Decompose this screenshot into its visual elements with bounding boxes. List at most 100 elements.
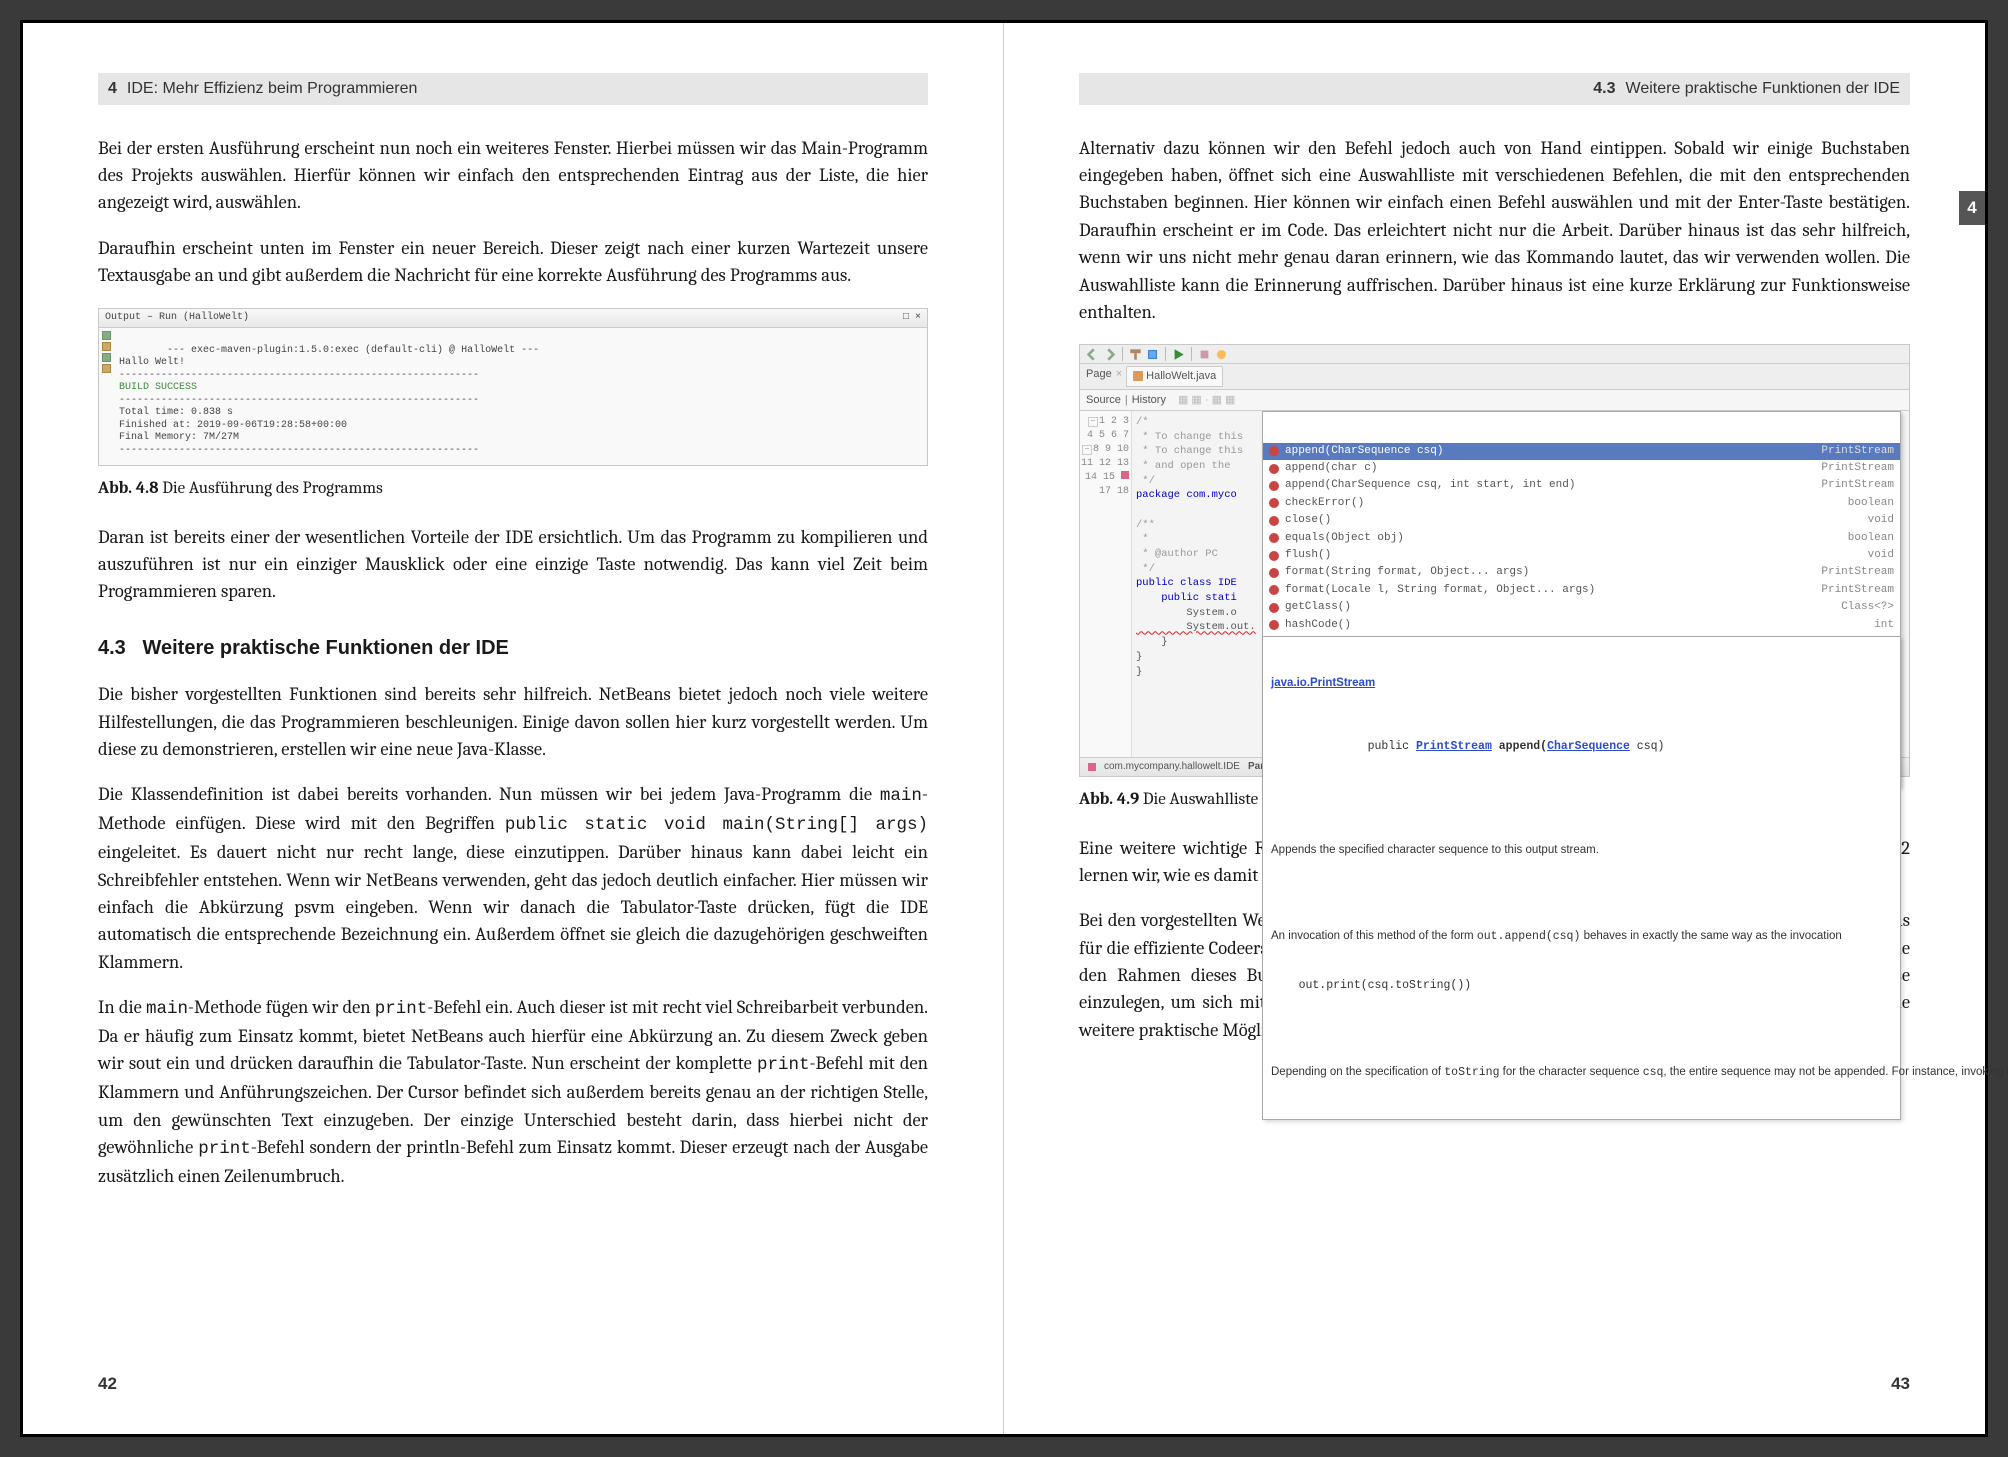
caption-label: Abb. 4.9 bbox=[1079, 790, 1139, 809]
autocomplete-item[interactable]: getClass()Class<?> bbox=[1263, 599, 1900, 616]
subtab-history[interactable]: History bbox=[1132, 392, 1166, 408]
method-icon bbox=[1269, 481, 1279, 491]
console-window-controls: □ × bbox=[903, 311, 921, 326]
method-icon bbox=[1269, 533, 1279, 543]
figure-caption: Abb. 4.8 Die Ausführung des Programms bbox=[98, 476, 928, 501]
subtab-source[interactable]: Source bbox=[1086, 392, 1121, 408]
autocomplete-return-type: PrintStream bbox=[1821, 583, 1894, 598]
stop-icon bbox=[102, 342, 111, 351]
page-number: 43 bbox=[1891, 1371, 1910, 1396]
running-head-left: 4 IDE: Mehr Effizienz beim Programmieren bbox=[98, 73, 928, 105]
tab-page[interactable]: Page bbox=[1086, 366, 1112, 386]
autocomplete-signature: getClass() bbox=[1285, 600, 1835, 615]
debug-icon[interactable] bbox=[1198, 348, 1211, 361]
console-titlebar: Output – Run (HalloWelt) □ × bbox=[99, 309, 927, 329]
profile-icon[interactable] bbox=[1215, 348, 1228, 361]
java-file-icon bbox=[1133, 371, 1143, 381]
method-icon bbox=[1269, 620, 1279, 630]
autocomplete-item[interactable]: format(Locale l, String format, Object..… bbox=[1263, 582, 1900, 599]
hammer-icon[interactable] bbox=[1129, 348, 1142, 361]
inline-code: main bbox=[880, 786, 922, 806]
clean-icon[interactable] bbox=[1146, 348, 1159, 361]
inline-code: print bbox=[375, 999, 428, 1019]
caption-text: Die Ausführung des Programms bbox=[159, 479, 383, 498]
autocomplete-signature: hashCode() bbox=[1285, 618, 1868, 633]
method-icon bbox=[1269, 464, 1279, 474]
method-icon bbox=[1269, 498, 1279, 508]
ide-editor-pane: −1 2 3 4 5 6 7 −8 9 10 11 12 13 14 15 17… bbox=[1080, 411, 1909, 757]
method-icon bbox=[1269, 568, 1279, 578]
autocomplete-return-type: void bbox=[1868, 548, 1894, 563]
autocomplete-item[interactable]: append(CharSequence csq)PrintStream bbox=[1263, 443, 1900, 460]
running-head-section-title: Weitere praktische Funktionen der IDE bbox=[1626, 77, 1901, 101]
autocomplete-signature: append(char c) bbox=[1285, 461, 1815, 476]
toolbar-divider bbox=[1191, 347, 1192, 361]
autocomplete-item[interactable]: format(String format, Object... args)Pri… bbox=[1263, 564, 1900, 581]
page-left: 4 IDE: Mehr Effizienz beim Programmieren… bbox=[23, 23, 1004, 1434]
autocomplete-item[interactable]: equals(Object obj) boolean bbox=[1263, 530, 1900, 547]
console-line: ----------------------------------------… bbox=[119, 370, 479, 381]
section-title-text: Weitere praktische Funktionen der IDE bbox=[142, 637, 508, 659]
run-icon bbox=[102, 331, 111, 340]
autocomplete-item[interactable]: append(char c) PrintStream bbox=[1263, 460, 1900, 477]
autocomplete-signature: checkError() bbox=[1285, 496, 1842, 511]
javadoc-class-link[interactable]: java.io.PrintStream bbox=[1271, 677, 1375, 689]
autocomplete-item[interactable]: flush()void bbox=[1263, 547, 1900, 564]
autocomplete-item[interactable]: checkError()boolean bbox=[1263, 495, 1900, 512]
autocomplete-return-type: PrintStream bbox=[1821, 478, 1894, 493]
method-icon bbox=[1269, 603, 1279, 613]
body-paragraph: Die Klassendefinition ist dabei bereits … bbox=[98, 781, 928, 976]
console-line: ----------------------------------------… bbox=[119, 395, 479, 406]
page-right: 4.3 Weitere praktische Funktionen der ID… bbox=[1004, 23, 1985, 1434]
toolbar-divider bbox=[1165, 347, 1166, 361]
back-icon[interactable] bbox=[1086, 348, 1099, 361]
javadoc-code-sample: out.print(csq.toString()) bbox=[1271, 978, 1892, 994]
console-line: Final Memory: 7M/27M bbox=[119, 432, 239, 443]
body-paragraph: Alternativ dazu können wir den Befehl je… bbox=[1079, 135, 1910, 327]
console-build-success: BUILD SUCCESS bbox=[119, 382, 197, 393]
console-title: Output – Run (HalloWelt) bbox=[105, 311, 249, 326]
autocomplete-signature: equals(Object obj) bbox=[1285, 531, 1842, 546]
output-icon bbox=[102, 364, 111, 373]
autocomplete-signature: close() bbox=[1285, 513, 1862, 528]
console-line: ----------------------------------------… bbox=[119, 445, 479, 456]
javadoc-paragraph: Appends the specified character sequence… bbox=[1271, 842, 1892, 858]
forward-icon[interactable] bbox=[1103, 348, 1116, 361]
autocomplete-item[interactable]: close()void bbox=[1263, 512, 1900, 529]
javadoc-paragraph: Depending on the specification of toStri… bbox=[1271, 1064, 1892, 1081]
autocomplete-return-type: boolean bbox=[1848, 531, 1894, 546]
page-number: 42 bbox=[98, 1371, 117, 1396]
autocomplete-signature: append(CharSequence csq) bbox=[1285, 444, 1815, 459]
autocomplete-item[interactable]: hashCode() int bbox=[1263, 617, 1900, 634]
method-icon bbox=[1269, 585, 1279, 595]
console-body: --- exec-maven-plugin:1.5.0:exec (defaul… bbox=[99, 328, 927, 465]
console-line: --- exec-maven-plugin:1.5.0:exec (defaul… bbox=[167, 345, 539, 356]
rerun-icon bbox=[102, 353, 111, 362]
run-icon[interactable] bbox=[1172, 348, 1185, 361]
method-icon bbox=[1269, 516, 1279, 526]
console-line: Finished at: 2019-09-06T19:28:58+00:00 bbox=[119, 420, 347, 431]
running-head-section-num: 4.3 bbox=[1593, 77, 1615, 101]
inline-code: main bbox=[146, 999, 188, 1019]
method-icon bbox=[1269, 551, 1279, 561]
autocomplete-signature: format(Locale l, String format, Object..… bbox=[1285, 583, 1815, 598]
inline-code: public static void main(String[] args) bbox=[505, 815, 928, 835]
ide-toolbar bbox=[1080, 345, 1909, 364]
section-heading: 4.3 Weitere praktische Funktionen der ID… bbox=[98, 634, 928, 664]
editor-code[interactable]: /* * To change this * To change this * a… bbox=[1132, 411, 1909, 757]
javadoc-signature: public PrintStream append(CharSequence c… bbox=[1271, 723, 1892, 771]
autocomplete-return-type: PrintStream bbox=[1821, 461, 1894, 476]
tab-file[interactable]: HalloWelt.java bbox=[1126, 366, 1223, 386]
console-line: Total time: 0.838 s bbox=[119, 407, 233, 418]
tab-close-icon[interactable]: × bbox=[1116, 366, 1122, 386]
console-line: Hallo Welt! bbox=[119, 357, 185, 368]
body-paragraph: Die bisher vorgestellten Funktionen sind… bbox=[98, 681, 928, 763]
autocomplete-signature: append(CharSequence csq, int start, int … bbox=[1285, 478, 1815, 493]
error-marker-icon bbox=[1121, 471, 1129, 479]
running-head-right: 4.3 Weitere praktische Funktionen der ID… bbox=[1079, 73, 1910, 105]
autocomplete-return-type: int bbox=[1874, 618, 1894, 633]
console-gutter-icons bbox=[102, 331, 111, 373]
error-status-icon bbox=[1088, 763, 1096, 771]
body-paragraph: Bei der ersten Ausführung erscheint nun … bbox=[98, 135, 928, 217]
autocomplete-item[interactable]: append(CharSequence csq, int start, int … bbox=[1263, 477, 1900, 494]
